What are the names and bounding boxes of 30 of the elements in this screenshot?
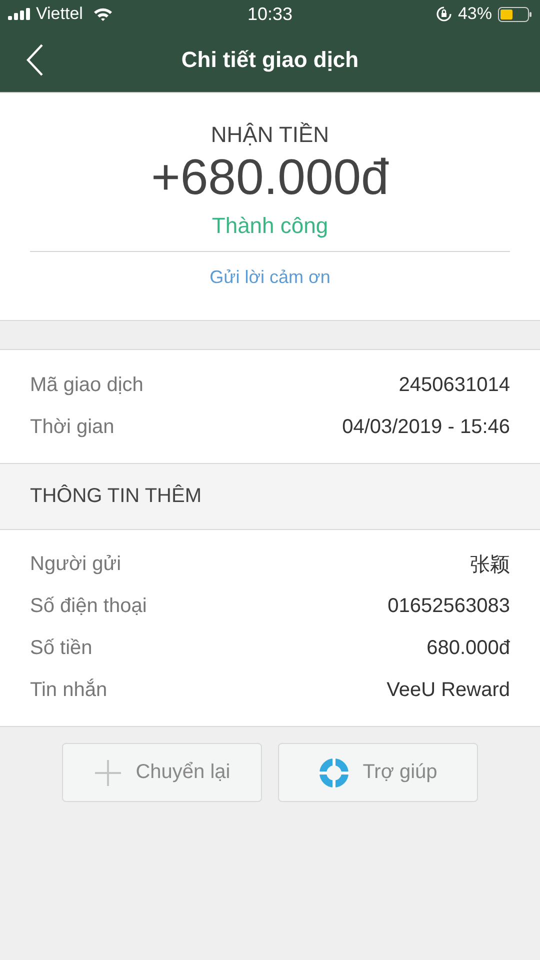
rotation-lock-icon	[436, 6, 452, 22]
retransfer-button[interactable]: Chuyển lại	[62, 743, 262, 802]
field-value: 01652563083	[388, 594, 510, 618]
field-label: Mã giao dịch	[30, 374, 144, 396]
lifebuoy-icon	[318, 758, 349, 788]
field-label: Số điện thoại	[30, 594, 147, 618]
transaction-type: NHẬN TIỀN	[210, 121, 330, 149]
field-label: Thời gian	[30, 416, 114, 438]
screen-title: Chi tiết giao dịch	[180, 47, 360, 73]
signal-icon	[8, 8, 30, 20]
clock: 10:33	[247, 4, 293, 24]
wifi-icon	[92, 7, 113, 21]
field-value: 680.000đ	[426, 636, 510, 660]
field-label: Số tiền	[30, 636, 92, 660]
field-value: 04/03/2019 - 15:46	[342, 416, 510, 438]
help-button[interactable]: Trợ giúp	[278, 743, 478, 802]
field-label: Tin nhắn	[30, 678, 108, 702]
field-value: VeeU Reward	[386, 678, 510, 702]
plus-icon	[94, 758, 122, 786]
status-text: Thành công	[212, 212, 328, 240]
section-heading: THÔNG TIN THÊM	[30, 485, 202, 508]
amount: +680.000đ	[151, 149, 389, 205]
battery-percent: 43%	[458, 4, 492, 24]
carrier-name: Viettel	[36, 4, 83, 24]
field-label: Người gửi	[30, 552, 122, 576]
battery-icon	[498, 6, 532, 22]
field-value: 2450631014	[398, 374, 510, 396]
field-value: 张颖	[470, 552, 510, 578]
thanks-link[interactable]: Gửi lời cảm ơn	[210, 267, 330, 288]
back-icon[interactable]	[26, 44, 44, 76]
